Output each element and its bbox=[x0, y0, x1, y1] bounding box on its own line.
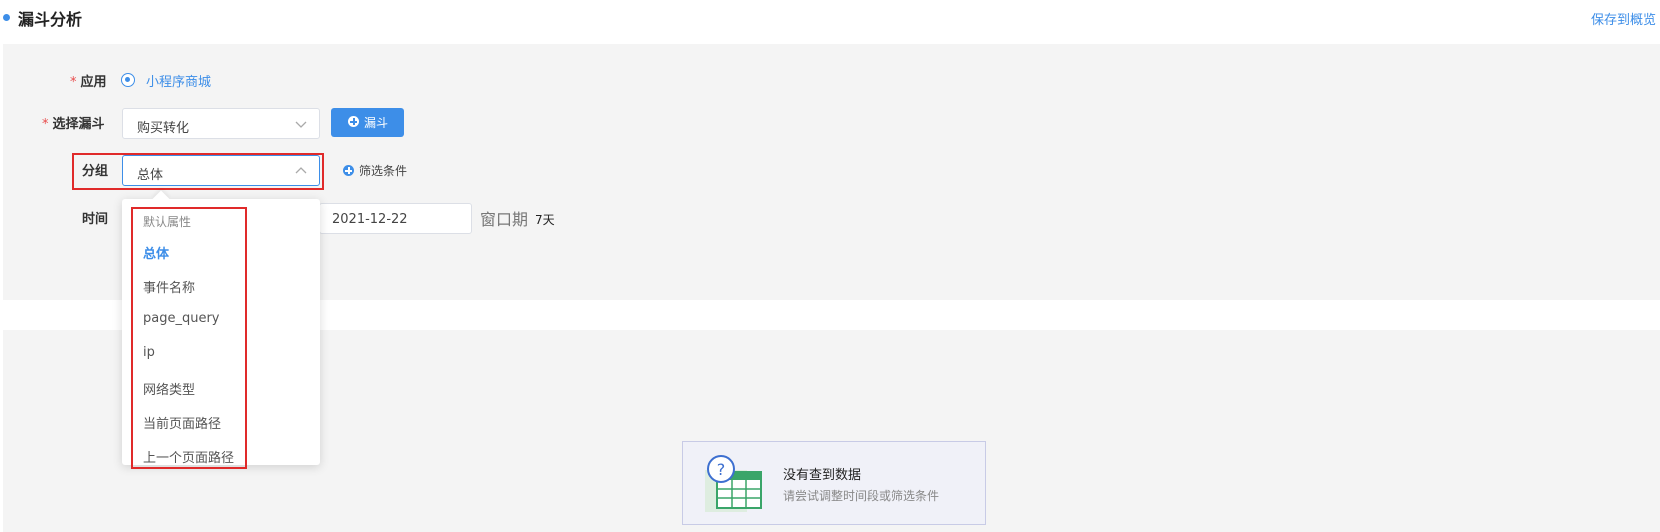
dropdown-highlight-box bbox=[131, 207, 247, 469]
empty-state: ? 没有查到数据 请尝试调整时间段或筛选条件 bbox=[682, 441, 986, 525]
chevron-down-icon bbox=[295, 121, 307, 128]
funnel-select-value: 购买转化 bbox=[137, 121, 190, 136]
plus-circle-icon bbox=[343, 165, 354, 176]
title-dot-icon bbox=[3, 14, 10, 21]
date-input[interactable]: 2021-12-22 bbox=[319, 203, 472, 234]
add-funnel-button[interactable]: 漏斗 bbox=[331, 108, 404, 137]
empty-state-hint: 请尝试调整时间段或筛选条件 bbox=[783, 489, 940, 503]
save-to-overview-link[interactable]: 保存到概览 bbox=[1591, 9, 1656, 28]
no-data-illustration: ? bbox=[705, 455, 762, 512]
plus-circle-icon bbox=[348, 116, 359, 127]
funnel-label: * 选择漏斗 bbox=[42, 117, 105, 132]
group-highlight-box bbox=[72, 153, 324, 190]
window-period-label: 窗口期 bbox=[480, 210, 529, 229]
add-filter-button[interactable]: 筛选条件 bbox=[343, 162, 407, 179]
window-period-value[interactable]: 7天 bbox=[535, 211, 555, 228]
app-radio-icon[interactable] bbox=[121, 73, 135, 87]
app-option-label[interactable]: 小程序商城 bbox=[146, 71, 211, 90]
funnel-select[interactable]: 购买转化 bbox=[122, 108, 320, 139]
page-header: 漏斗分析 保存到概览 bbox=[0, 0, 1660, 44]
time-label: 时间 bbox=[82, 212, 109, 227]
app-label: * 应用 bbox=[70, 75, 107, 90]
empty-state-title: 没有查到数据 bbox=[783, 468, 862, 483]
date-input-value: 2021-12-22 bbox=[332, 212, 408, 227]
page-title: 漏斗分析 bbox=[18, 10, 83, 29]
svg-text:?: ? bbox=[717, 460, 726, 479]
